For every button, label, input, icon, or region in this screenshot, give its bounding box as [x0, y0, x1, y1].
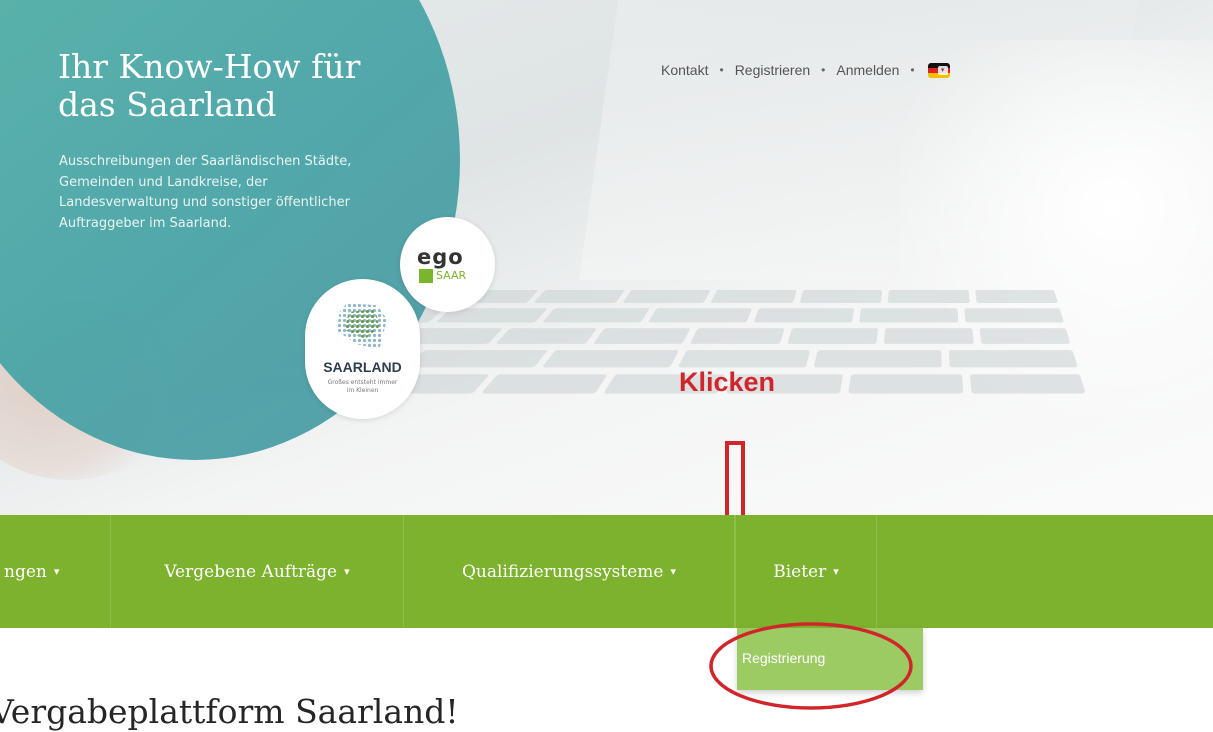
top-nav-separator: •	[719, 63, 724, 77]
top-nav-separator: •	[821, 63, 826, 77]
caret-down-icon: ▾	[670, 565, 676, 578]
top-navigation: Kontakt • Registrieren • Anmelden • ▾	[661, 62, 950, 78]
chevron-down-icon: ▾	[937, 65, 948, 75]
saarland-logo[interactable]: SAARLAND Großes entsteht immer im Kleine…	[305, 279, 420, 419]
top-nav-kontakt[interactable]: Kontakt	[661, 62, 708, 78]
nav-item-bieter[interactable]: Bieter ▾	[735, 515, 877, 628]
nav-item-vergebene-auftraege[interactable]: Vergebene Aufträge ▾	[111, 515, 404, 628]
nav-item-label: Qualifizierungssysteme	[462, 561, 664, 582]
saarland-logo-name: SAARLAND	[323, 359, 402, 375]
main-navigation: ngen ▾ Vergebene Aufträge ▾ Qualifizierung…	[0, 515, 1213, 628]
ego-saar-logo[interactable]: ego SAAR	[400, 217, 495, 312]
nav-item-qualifizierungssysteme[interactable]: Qualifizierungssysteme ▾	[404, 515, 735, 628]
ego-logo-mark: ego	[417, 245, 464, 269]
caret-down-icon: ▾	[344, 565, 350, 578]
annotation-label: Klicken	[679, 367, 776, 397]
german-flag-icon[interactable]: ▾	[927, 62, 950, 78]
hero-banner: Ihr Know-How für das Saarland Ausschreib…	[0, 0, 1213, 515]
nav-item-label: Bieter	[773, 561, 827, 582]
caret-down-icon: ▾	[53, 565, 60, 578]
caret-down-icon: ▾	[833, 565, 839, 578]
page-title: Vergabeplattform Saarland!	[0, 692, 459, 731]
ego-logo-square-icon	[419, 269, 433, 283]
ego-logo-name: SAAR	[436, 269, 467, 282]
top-nav-anmelden[interactable]: Anmelden	[836, 62, 899, 78]
hero-description: Ausschreibungen der Saarländischen Städt…	[59, 154, 352, 231]
nav-item-label: Vergebene Aufträge	[164, 561, 338, 582]
saarland-logo-slogan: Großes entsteht immer im Kleinen	[327, 379, 398, 394]
top-nav-separator: •	[910, 63, 915, 77]
annotation-ellipse-icon	[709, 622, 913, 710]
nav-item-label: ngen	[4, 561, 47, 582]
nav-item-ausschreibungen[interactable]: ngen ▾	[0, 515, 111, 628]
hero-title: Ihr Know-How für das Saarland	[58, 47, 361, 124]
top-nav-registrieren[interactable]: Registrieren	[735, 62, 810, 78]
